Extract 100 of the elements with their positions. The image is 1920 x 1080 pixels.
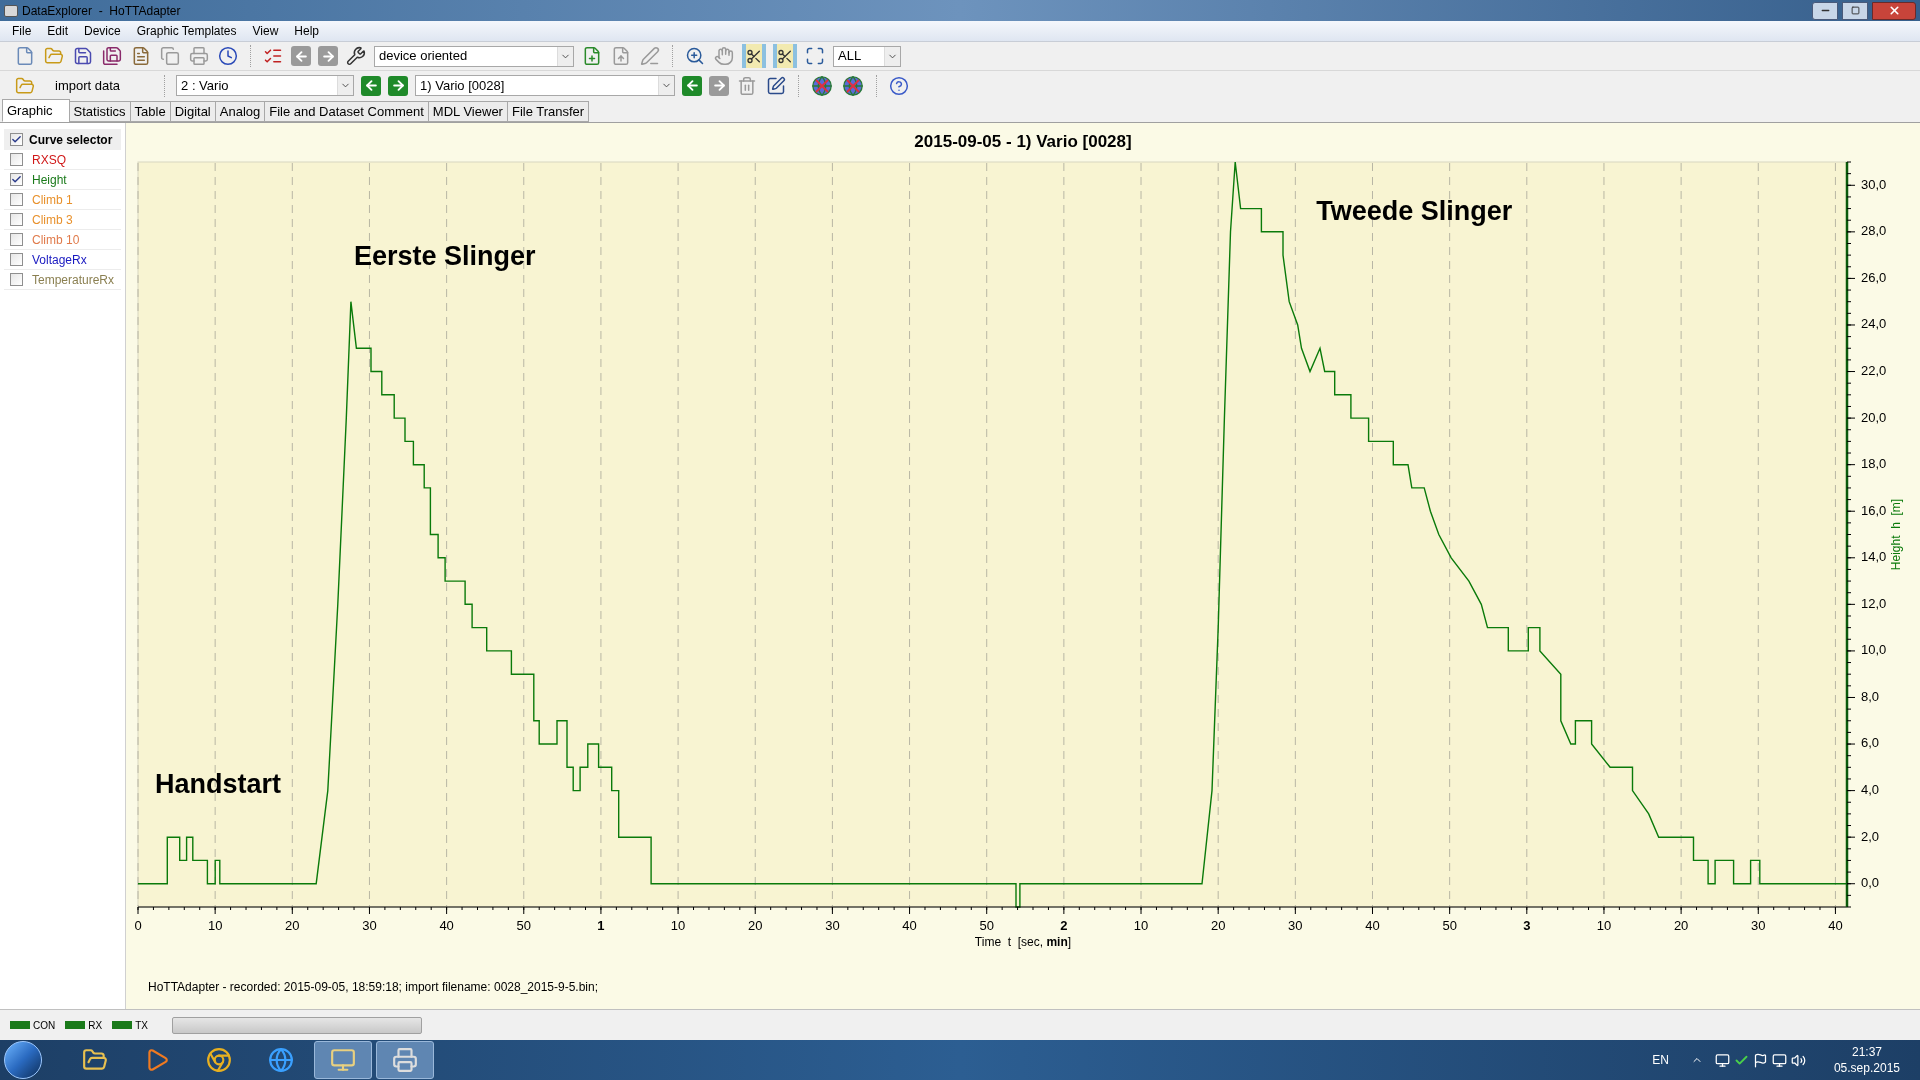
save-as-icon[interactable] — [101, 45, 123, 67]
tick-label: 2,0 — [1861, 828, 1880, 844]
tick-label: 22,0 — [1861, 362, 1887, 378]
import-data-button[interactable]: import data — [43, 75, 133, 96]
checkbox[interactable] — [10, 133, 23, 146]
tab[interactable]: MDL Viewer — [427, 101, 508, 122]
clock-date: 05.sep.2015 — [1833, 1060, 1900, 1076]
tick-label: 50 — [1442, 918, 1457, 933]
tab[interactable]: Analog — [214, 101, 266, 122]
tick-label: 10 — [1596, 918, 1612, 933]
curve-label[interactable]: Height — [32, 170, 67, 189]
help-icon[interactable] — [888, 74, 911, 97]
curve-label[interactable]: TemperatureRx — [32, 270, 115, 289]
tick-label: 24,0 — [1861, 316, 1887, 332]
status-light — [10, 1021, 30, 1029]
tick-label: 20 — [1210, 918, 1226, 933]
tick-label: 30,0 — [1861, 176, 1887, 192]
menu-item[interactable]: Graphic Templates — [128, 22, 245, 40]
menu-item[interactable]: File — [4, 22, 40, 40]
clock[interactable]: 21:37 05.sep.2015 — [1827, 1044, 1906, 1076]
checkbox[interactable] — [10, 193, 23, 206]
zoom-icon[interactable] — [684, 45, 706, 67]
checkbox[interactable] — [10, 273, 23, 286]
tick-label: 1 — [597, 918, 605, 933]
minimize-icon[interactable] — [1812, 1, 1838, 20]
record-info: HoTTAdapter - recorded: 2015-09-05, 18:59:18; import filename: 0028_2015-9-5.bin; — [148, 980, 599, 994]
checkbox[interactable] — [10, 213, 23, 226]
status-light — [65, 1021, 86, 1029]
crossed-globe-icon[interactable] — [841, 73, 866, 98]
print-icon[interactable] — [188, 45, 210, 67]
network-icon[interactable] — [1771, 1052, 1787, 1068]
tick-label: 0,0 — [1861, 875, 1880, 891]
maximize-icon[interactable] — [1842, 1, 1868, 20]
copy-icon[interactable] — [159, 45, 181, 67]
start-button[interactable] — [4, 1041, 42, 1079]
checkbox[interactable] — [10, 233, 23, 246]
volume-icon[interactable] — [1790, 1052, 1806, 1068]
hand-icon[interactable] — [713, 45, 735, 67]
tick-label: 8,0 — [1861, 688, 1880, 704]
menu-item[interactable]: Edit — [39, 22, 77, 40]
tick-label: 30 — [1288, 918, 1303, 933]
menu-item[interactable]: View — [244, 22, 287, 40]
tick-label: 6,0 — [1861, 735, 1880, 751]
zoom-scope-dropdown[interactable]: ALL — [833, 45, 901, 67]
curve-label[interactable]: RXSQ — [32, 150, 66, 169]
save-icon[interactable] — [72, 45, 94, 67]
scissors-icon[interactable] — [773, 44, 797, 68]
menu-item[interactable]: Device — [76, 22, 129, 40]
checkbox[interactable] — [10, 153, 23, 166]
tick-label: 30 — [1751, 918, 1766, 933]
tick-label: 40 — [1365, 918, 1380, 933]
checkbox[interactable] — [10, 253, 23, 266]
tab[interactable]: Table — [129, 101, 171, 122]
tick-label: 2 — [1060, 918, 1068, 933]
crossed-globe-icon[interactable] — [810, 73, 835, 98]
edit-icon[interactable] — [765, 74, 788, 97]
tick-label: 16,0 — [1861, 502, 1887, 518]
tick-label: 40 — [902, 918, 917, 933]
tab[interactable]: File and Dataset Comment — [264, 101, 429, 122]
tab[interactable]: Statistics — [68, 101, 131, 122]
checkbox[interactable] — [10, 173, 23, 186]
tab[interactable]: Graphic — [2, 99, 70, 122]
tick-label: 40 — [1828, 918, 1843, 933]
fit-icon[interactable] — [804, 45, 826, 67]
clock-icon[interactable] — [217, 45, 239, 67]
tick-label: 10 — [670, 918, 686, 933]
annotation: Handstart — [154, 769, 281, 800]
tick-label: 10 — [207, 918, 223, 933]
tick-label: 30 — [825, 918, 840, 933]
chart-title: 2015-09-05 - 1) Vario [0028] — [914, 132, 1132, 151]
status-label: TX — [135, 1018, 148, 1033]
wrench-icon[interactable] — [345, 45, 367, 67]
view-mode-dropdown[interactable]: device oriented — [374, 45, 574, 67]
clock-time: 21:37 — [1851, 1044, 1882, 1060]
tab[interactable]: File Transfer — [506, 101, 590, 122]
scissors-icon[interactable] — [742, 44, 766, 68]
annotation: Tweede Slinger — [1316, 196, 1513, 227]
status-light — [112, 1021, 133, 1029]
axis-title: Height h [m] — [1889, 498, 1903, 571]
flag-icon[interactable] — [1752, 1052, 1768, 1068]
tick-label: 12,0 — [1861, 595, 1887, 611]
tick-label: 20 — [1673, 918, 1689, 933]
menu-item[interactable]: Help — [286, 22, 328, 40]
annotation: Eerste Slinger — [354, 240, 536, 271]
curve-label[interactable]: VoltageRx — [32, 250, 87, 269]
folder-window-icon[interactable] — [314, 1041, 372, 1079]
tick-label: 50 — [979, 918, 994, 933]
tick-label: 0 — [134, 918, 142, 933]
channel-dropdown[interactable]: 2 : Vario — [176, 75, 355, 96]
status-label: CON — [33, 1018, 56, 1033]
tab[interactable]: Digital — [169, 101, 216, 122]
record-dropdown[interactable]: 1) Vario [0028] — [415, 75, 676, 96]
status-label: RX — [88, 1018, 103, 1033]
panel-title: Curve selector — [29, 131, 113, 149]
tick-label: 30 — [362, 918, 377, 933]
tick-label: 40 — [439, 918, 454, 933]
language-indicator[interactable]: EN — [1652, 1051, 1669, 1069]
window-title: DataExplorer - HoTTAdapter — [22, 2, 181, 20]
close-icon[interactable] — [1872, 1, 1916, 20]
tick-label: 20 — [748, 918, 763, 933]
